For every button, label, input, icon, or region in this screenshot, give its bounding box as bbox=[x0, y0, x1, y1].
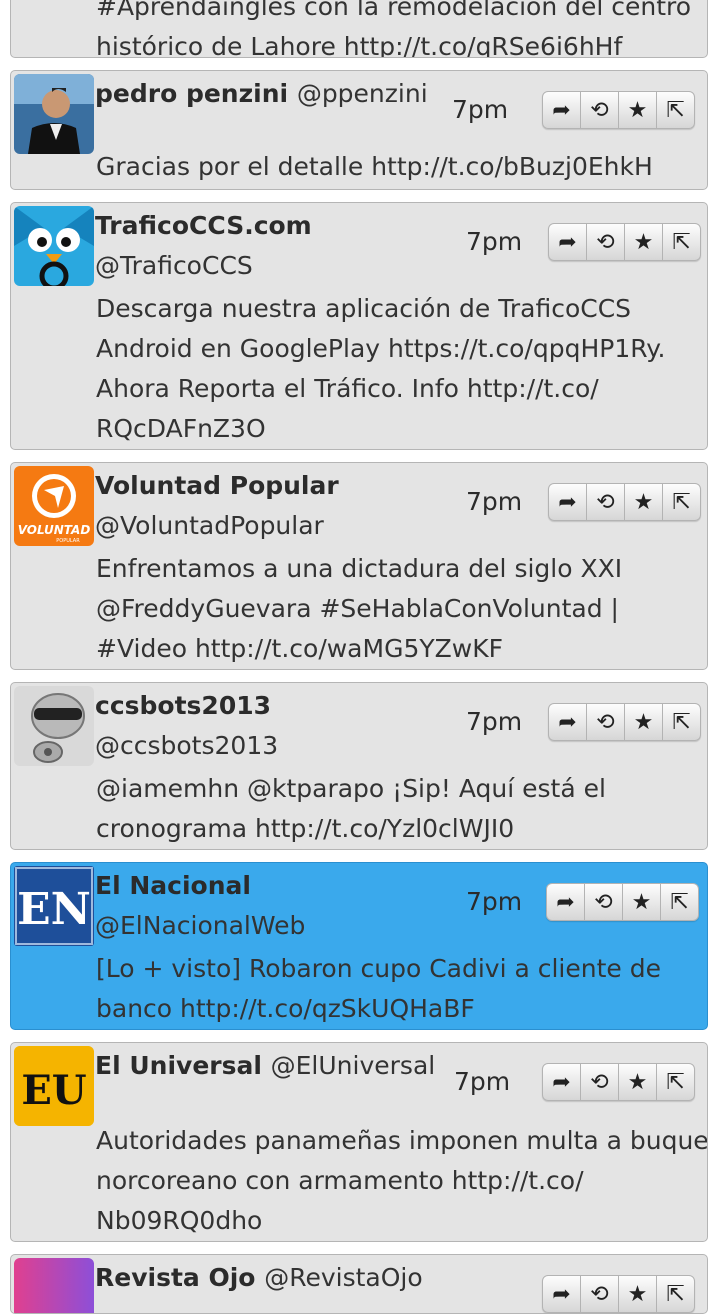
tweet-text-line: RQcDAFnZ3O bbox=[96, 414, 266, 443]
tweet-author[interactable]: El Universal @ElUniversal bbox=[95, 1049, 435, 1083]
avatar-logo-text: EU bbox=[21, 1067, 86, 1114]
tweet-author-name[interactable]: ccsbots2013 bbox=[95, 689, 271, 723]
retweet-icon[interactable]: ⟲ bbox=[586, 224, 624, 260]
reply-icon[interactable]: ➦ bbox=[543, 1064, 580, 1100]
tweet-author-name[interactable]: El Nacional bbox=[95, 869, 251, 903]
tweet-card[interactable]: pedro penzini @ppenzini 7pm ➦ ⟲ ★ ⇱ Grac… bbox=[10, 70, 708, 190]
retweet-icon[interactable]: ⟲ bbox=[580, 1276, 618, 1312]
avatar[interactable] bbox=[14, 1258, 94, 1313]
share-icon[interactable]: ⇱ bbox=[662, 484, 700, 520]
author-name: El Universal bbox=[95, 1051, 262, 1080]
tweet-text-line: norcoreano con armamento http://t.co/ bbox=[96, 1166, 584, 1195]
share-icon[interactable]: ⇱ bbox=[656, 92, 694, 128]
avatar-logo-text: EN bbox=[17, 884, 91, 935]
reply-icon[interactable]: ➦ bbox=[547, 884, 584, 920]
avatar[interactable]: EN bbox=[14, 866, 94, 946]
tweet-text-line: Ahora Reporta el Tráfico. Info http://t.… bbox=[96, 374, 599, 403]
share-icon[interactable]: ⇱ bbox=[660, 884, 698, 920]
tweet-text-line: Nb09RQ0dho bbox=[96, 1206, 263, 1235]
tweet-text-line: cronograma http://t.co/Yzl0clWJI0 bbox=[96, 814, 515, 843]
tweet-author[interactable]: Revista Ojo @RevistaOjo bbox=[95, 1261, 423, 1295]
tweet-actions: ➦ ⟲ ★ ⇱ bbox=[546, 883, 699, 921]
star-icon[interactable]: ★ bbox=[624, 484, 662, 520]
retweet-icon[interactable]: ⟲ bbox=[584, 884, 622, 920]
tweet-card[interactable]: ccsbots2013 @ccsbots2013 7pm ➦ ⟲ ★ ⇱ @ia… bbox=[10, 682, 708, 850]
reply-icon[interactable]: ➦ bbox=[549, 484, 586, 520]
star-icon[interactable]: ★ bbox=[618, 92, 656, 128]
tweet-author-handle[interactable]: @ccsbots2013 bbox=[95, 729, 278, 763]
reply-icon[interactable]: ➦ bbox=[543, 1276, 580, 1312]
tweet-author[interactable]: pedro penzini @ppenzini bbox=[95, 77, 428, 111]
tweet-text-line: @iamemhn @ktparapo ¡Sip! Aquí está el bbox=[96, 774, 606, 803]
avatar-logo-text: VOLUNTAD bbox=[18, 523, 91, 537]
share-icon[interactable]: ⇱ bbox=[662, 704, 700, 740]
tweet-text-line: [Lo + visto] Robaron cupo Cadivi a clien… bbox=[96, 954, 661, 983]
tweet-text-line: banco http://t.co/qzSkUQHaBF bbox=[96, 994, 475, 1023]
avatar[interactable]: EU bbox=[14, 1046, 94, 1126]
tweet-time: 7pm bbox=[466, 707, 523, 736]
tweet-time: 7pm bbox=[466, 887, 523, 916]
author-handle: @ppenzini bbox=[296, 79, 428, 108]
star-icon[interactable]: ★ bbox=[618, 1064, 656, 1100]
tweet-author-handle[interactable]: @TraficoCCS bbox=[95, 249, 253, 283]
author-name: pedro penzini bbox=[95, 79, 289, 108]
star-icon[interactable]: ★ bbox=[624, 224, 662, 260]
tweet-text-line: Autoridades panameñas imponen multa a bu… bbox=[96, 1126, 708, 1155]
tweet-author-handle[interactable]: @ElNacionalWeb bbox=[95, 909, 305, 943]
avatar-logo-subtext: POPULAR bbox=[56, 538, 80, 544]
star-icon[interactable]: ★ bbox=[624, 704, 662, 740]
tweet-actions: ➦ ⟲ ★ ⇱ bbox=[548, 223, 701, 261]
tweet-text-line: histórico de Lahore http://t.co/qRSe6i6h… bbox=[96, 32, 623, 58]
tweet-author-name[interactable]: TraficoCCS.com bbox=[95, 209, 312, 243]
tweet-text-line: #Video http://t.co/waMG5YZwKF bbox=[96, 634, 503, 663]
share-icon[interactable]: ⇱ bbox=[656, 1064, 694, 1100]
author-handle: @RevistaOjo bbox=[264, 1263, 423, 1292]
tweet-time: 7pm bbox=[466, 487, 523, 516]
tweet-actions: ➦ ⟲ ★ ⇱ bbox=[542, 1275, 695, 1313]
tweet-text-line: Gracias por el detalle http://t.co/bBuzj… bbox=[96, 152, 653, 181]
tweet-actions: ➦ ⟲ ★ ⇱ bbox=[542, 1063, 695, 1101]
tweet-actions: ➦ ⟲ ★ ⇱ bbox=[548, 483, 701, 521]
tweet-text-line: Enfrentamos a una dictadura del siglo XX… bbox=[96, 554, 623, 583]
tweet-time: 7pm bbox=[452, 95, 509, 124]
tweet-actions: ➦ ⟲ ★ ⇱ bbox=[542, 91, 695, 129]
retweet-icon[interactable]: ⟲ bbox=[580, 92, 618, 128]
star-icon[interactable]: ★ bbox=[618, 1276, 656, 1312]
author-handle: @ElUniversal bbox=[270, 1051, 436, 1080]
retweet-icon[interactable]: ⟲ bbox=[580, 1064, 618, 1100]
reply-icon[interactable]: ➦ bbox=[549, 704, 586, 740]
avatar[interactable]: VOLUNTAD POPULAR bbox=[14, 466, 94, 546]
retweet-icon[interactable]: ⟲ bbox=[586, 704, 624, 740]
tweet-time: 7pm bbox=[454, 1067, 511, 1096]
share-icon[interactable]: ⇱ bbox=[656, 1276, 694, 1312]
tweet-card-selected[interactable]: EN El Nacional @ElNacionalWeb 7pm ➦ ⟲ ★ … bbox=[10, 862, 708, 1030]
reply-icon[interactable]: ➦ bbox=[543, 92, 580, 128]
avatar[interactable] bbox=[14, 206, 94, 286]
tweet-text-line: Android en GooglePlay https://t.co/qpqHP… bbox=[96, 334, 666, 363]
tweet-text-line: @FreddyGuevara #SeHablaConVoluntad | bbox=[96, 594, 619, 623]
tweet-author-name[interactable]: Voluntad Popular bbox=[95, 469, 339, 503]
tweet-author-handle[interactable]: @VoluntadPopular bbox=[95, 509, 324, 543]
tweet-time: 7pm bbox=[466, 227, 523, 256]
share-icon[interactable]: ⇱ bbox=[662, 224, 700, 260]
tweet-text-line: Descarga nuestra aplicación de TraficoCC… bbox=[96, 294, 632, 323]
tweet-card[interactable]: VOLUNTAD POPULAR Voluntad Popular @Volun… bbox=[10, 462, 708, 670]
star-icon[interactable]: ★ bbox=[622, 884, 660, 920]
tweet-card[interactable]: Revista Ojo @RevistaOjo ➦ ⟲ ★ ⇱ bbox=[10, 1254, 708, 1314]
reply-icon[interactable]: ➦ bbox=[549, 224, 586, 260]
avatar[interactable] bbox=[14, 74, 94, 154]
tweet-card[interactable]: EU El Universal @ElUniversal 7pm ➦ ⟲ ★ ⇱… bbox=[10, 1042, 708, 1242]
retweet-icon[interactable]: ⟲ bbox=[586, 484, 624, 520]
tweet-card[interactable]: TraficoCCS.com @TraficoCCS 7pm ➦ ⟲ ★ ⇱ D… bbox=[10, 202, 708, 450]
author-name: Revista Ojo bbox=[95, 1263, 256, 1292]
tweet-card[interactable]: #Aprendaingles con la remodelacion del c… bbox=[10, 0, 708, 58]
avatar[interactable] bbox=[14, 686, 94, 766]
tweet-actions: ➦ ⟲ ★ ⇱ bbox=[548, 703, 701, 741]
tweet-text-line: #Aprendaingles con la remodelacion del c… bbox=[96, 0, 692, 21]
